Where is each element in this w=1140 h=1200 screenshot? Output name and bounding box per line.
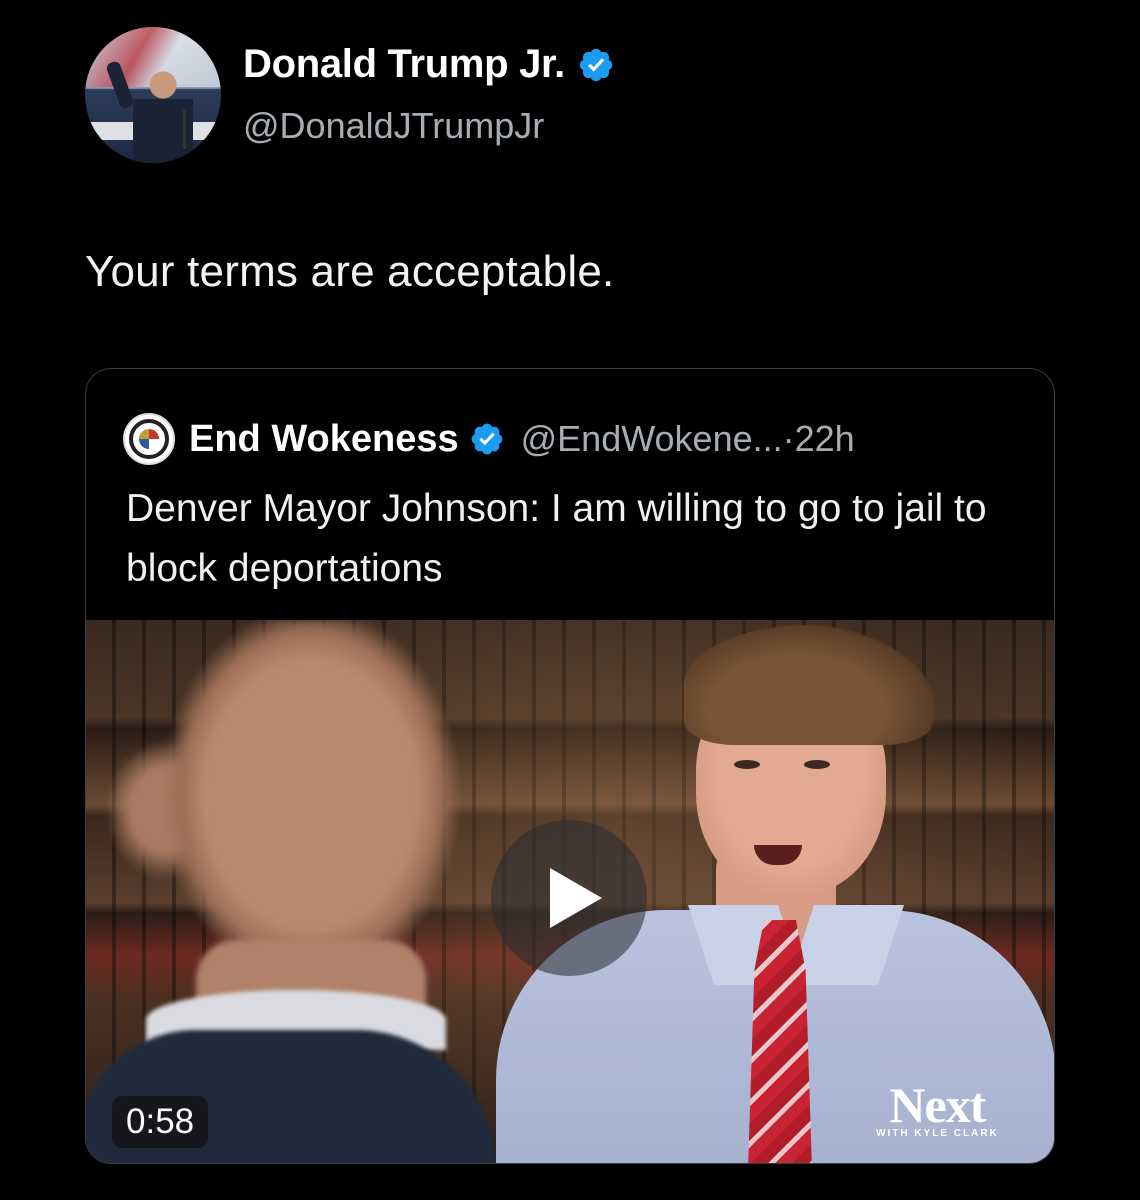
video-subject-hair (684, 625, 934, 745)
quoted-tweet-card[interactable]: End Wokeness @EndWokene...·22h Denver Ma… (85, 368, 1055, 1164)
quoted-handle-text: @EndWokene... (520, 418, 783, 459)
avatar-microphone (183, 109, 186, 149)
quoted-author-handle[interactable]: @EndWokene...·22h (521, 418, 855, 460)
quoted-author-avatar[interactable] (123, 413, 175, 465)
quoted-timestamp[interactable]: 22h (795, 418, 855, 459)
video-subject-tie (748, 920, 812, 1163)
video-watermark: Next WITH KYLE CLARK (876, 1080, 999, 1139)
meta-separator: · (782, 418, 795, 459)
verified-badge-icon (471, 423, 502, 455)
avatar-emblem (139, 429, 159, 449)
video-subject-eye-right (804, 760, 830, 769)
author-name-row[interactable]: Donald Trump Jr. (243, 42, 615, 87)
author-avatar[interactable] (85, 27, 221, 163)
verified-badge-icon (579, 48, 613, 81)
video-duration-badge: 0:58 (112, 1096, 209, 1148)
quoted-tweet-header: End Wokeness @EndWokene...·22h (123, 413, 855, 465)
play-icon (550, 868, 602, 928)
video-subject-eye-left (734, 760, 760, 769)
play-button[interactable] (491, 820, 647, 976)
watermark-subtitle: WITH KYLE CLARK (876, 1128, 999, 1139)
author-handle[interactable]: @DonaldJTrumpJr (243, 105, 544, 147)
author-display-name[interactable]: Donald Trump Jr. (243, 42, 565, 87)
watermark-title: Next (889, 1077, 986, 1133)
quoted-author-name[interactable]: End Wokeness (189, 418, 459, 461)
tweet-text: Your terms are acceptable. (85, 247, 615, 296)
tweet-screen: Donald Trump Jr. @DonaldJTrumpJr Your te… (0, 0, 1140, 1200)
video-player[interactable]: 0:58 Next WITH KYLE CLARK (86, 620, 1054, 1163)
quoted-tweet-text: Denver Mayor Johnson: I am willing to go… (126, 487, 987, 590)
